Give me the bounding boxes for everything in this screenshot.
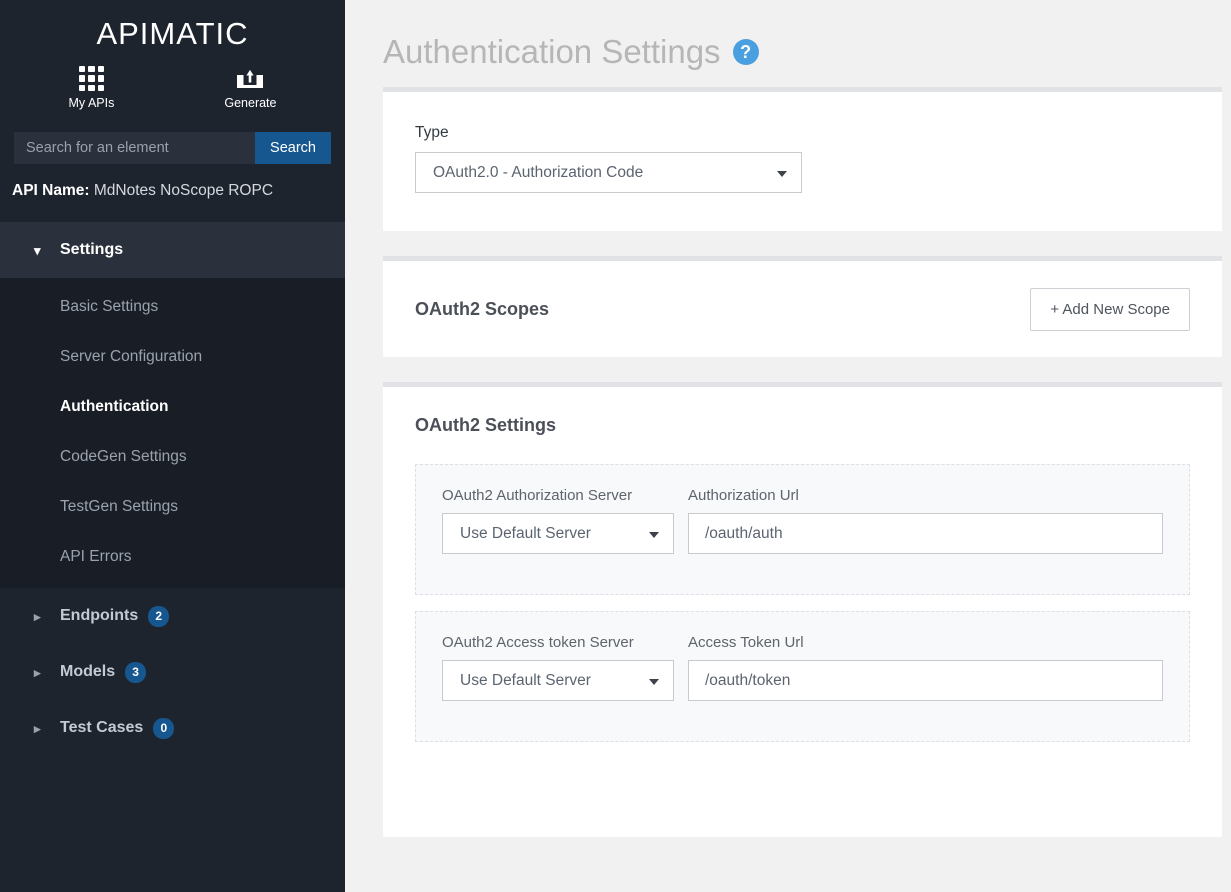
sidebar-item-server-configuration-label: Server Configuration [60, 348, 203, 365]
main-content: Authentication Settings ? Type OAuth2.0 … [345, 0, 1231, 892]
authorization-url-field: Authorization Url [688, 487, 1163, 554]
search-bar: Search [14, 132, 331, 164]
sidebar-item-authentication[interactable]: Authentication [0, 382, 345, 432]
box-upload-icon [236, 66, 264, 91]
sidebar-item-endpoints-badge: 2 [148, 605, 170, 627]
api-name: API Name: MdNotes NoScope ROPC [12, 182, 345, 200]
oauth2-settings-panel: OAuth2 Settings OAuth2 Authorization Ser… [383, 382, 1222, 837]
chevron-right-icon: ▸ [34, 608, 41, 624]
quick-action-generate[interactable]: Generate [224, 66, 276, 110]
chevron-down-icon [777, 170, 787, 177]
search-input[interactable] [14, 132, 256, 164]
search-button[interactable]: Search [255, 132, 331, 164]
sidebar-item-settings[interactable]: ▾ Settings [0, 222, 345, 278]
access-token-url-label: Access Token Url [688, 634, 804, 651]
scopes-panel: OAuth2 Scopes + Add New Scope [383, 256, 1222, 357]
sidebar-item-endpoints[interactable]: ▸ Endpoints 2 [0, 588, 345, 644]
sidebar-item-testgen-settings-label: TestGen Settings [60, 498, 179, 515]
authorization-url-input[interactable] [688, 513, 1163, 554]
type-select[interactable]: OAuth2.0 - Authorization Code [415, 152, 802, 193]
authorization-server-group: OAuth2 Authorization Server Use Default … [415, 464, 1190, 595]
sidebar-item-test-cases[interactable]: ▸ Test Cases 0 [0, 700, 345, 756]
quick-actions: My APIs Generate [0, 66, 345, 110]
chevron-down-icon: ▾ [34, 242, 41, 258]
sidebar-item-authentication-label: Authentication [60, 398, 169, 415]
chevron-down-icon [649, 531, 659, 538]
type-label: Type [415, 124, 449, 141]
authorization-server-value: Use Default Server [460, 524, 591, 542]
scopes-title: OAuth2 Scopes [415, 298, 550, 319]
settings-submenu: Basic Settings Server Configuration Auth… [0, 278, 345, 588]
sidebar-item-settings-label: Settings [60, 241, 124, 258]
authorization-server-select[interactable]: Use Default Server [442, 513, 674, 554]
sidebar-item-models-label: Models [60, 663, 116, 680]
access-token-url-input[interactable] [688, 660, 1163, 701]
authorization-url-label: Authorization Url [688, 487, 799, 504]
api-name-label: API Name: [12, 182, 90, 199]
access-token-url-field: Access Token Url [688, 634, 1163, 701]
quick-action-my-apis-label: My APIs [68, 96, 115, 110]
sidebar-item-testgen-settings[interactable]: TestGen Settings [0, 482, 345, 532]
chevron-right-icon: ▸ [34, 720, 41, 736]
brand-logo: APIMATIC [96, 16, 249, 51]
sidebar-item-endpoints-label: Endpoints [60, 607, 139, 624]
sidebar-item-codegen-settings[interactable]: CodeGen Settings [0, 432, 345, 482]
page-header: Authentication Settings ? [345, 0, 1231, 87]
api-name-value: MdNotes NoScope ROPC [93, 182, 274, 199]
app-root: APIMATIC My APIs Generate Search for an … [0, 0, 1231, 892]
sidebar: APIMATIC My APIs Generate Search for an … [0, 0, 345, 892]
question-mark-icon[interactable]: ? [732, 38, 759, 65]
chevron-right-icon: ▸ [34, 664, 41, 680]
type-panel: Type OAuth2.0 - Authorization Code [383, 87, 1222, 231]
access-token-server-value: Use Default Server [460, 671, 591, 689]
sidebar-item-codegen-settings-label: CodeGen Settings [60, 448, 187, 465]
sidebar-item-api-errors[interactable]: API Errors [0, 532, 345, 582]
sidebar-item-server-configuration[interactable]: Server Configuration [0, 332, 345, 382]
sidebar-item-test-cases-badge: 0 [153, 717, 175, 739]
authorization-server-field: OAuth2 Authorization Server Use Default … [442, 487, 674, 554]
grid-icon [78, 66, 104, 91]
quick-action-generate-label: Generate [224, 96, 277, 110]
page-title: Authentication Settings [383, 32, 721, 70]
access-token-server-group: OAuth2 Access token Server Use Default S… [415, 611, 1190, 742]
access-token-server-select[interactable]: Use Default Server [442, 660, 674, 701]
quick-action-my-apis[interactable]: My APIs [68, 66, 115, 110]
sidebar-item-models[interactable]: ▸ Models 3 [0, 644, 345, 700]
authorization-server-label: OAuth2 Authorization Server [442, 487, 633, 504]
sidebar-item-basic-settings-label: Basic Settings [60, 298, 159, 315]
add-new-scope-button[interactable]: + Add New Scope [1030, 287, 1190, 331]
oauth2-settings-title: OAuth2 Settings [415, 415, 557, 435]
sidebar-item-basic-settings[interactable]: Basic Settings [0, 282, 345, 332]
access-token-server-label: OAuth2 Access token Server [442, 634, 634, 651]
type-select-value: OAuth2.0 - Authorization Code [433, 163, 644, 181]
sidebar-item-api-errors-label: API Errors [60, 548, 132, 565]
sidebar-item-test-cases-label: Test Cases [60, 719, 144, 736]
chevron-down-icon [649, 678, 659, 685]
sidebar-item-models-badge: 3 [125, 661, 147, 683]
access-token-server-field: OAuth2 Access token Server Use Default S… [442, 634, 674, 701]
sidebar-nav: ▾ Settings Basic Settings Server Configu… [0, 222, 345, 756]
